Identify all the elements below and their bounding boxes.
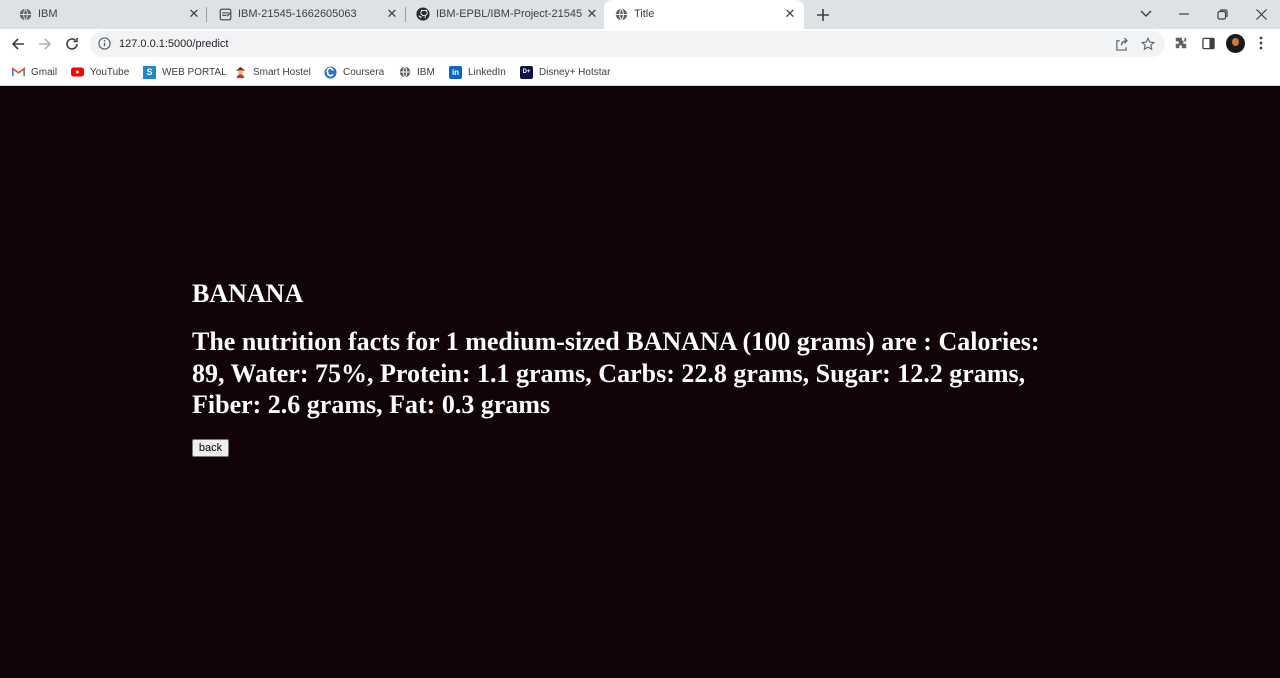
- bookmark-web-portal[interactable]: S WEB PORTAL: [143, 64, 227, 80]
- profile-avatar[interactable]: [1226, 34, 1245, 53]
- globe-icon: [614, 7, 628, 21]
- bookmarks-bar: Gmail YouTube S WEB PORTAL Smart Hostel …: [0, 59, 1280, 86]
- minimize-button[interactable]: [1174, 4, 1194, 24]
- share-icon[interactable]: [1113, 36, 1129, 52]
- restore-icon: [1216, 8, 1228, 20]
- tab-title: IBM-EPBL/IBM-Project-21545-16: [436, 8, 582, 20]
- close-window-button[interactable]: [1251, 4, 1271, 24]
- close-icon: [1255, 8, 1267, 20]
- tab-ibm[interactable]: IBM ✕: [8, 0, 208, 29]
- bookmark-label: YouTube: [90, 66, 130, 78]
- bookmark-label: LinkedIn: [468, 66, 506, 78]
- tab-strip: IBM ✕ IBM-21545-1662605063 ✕ IBM-EPBL/IB…: [0, 0, 1280, 29]
- side-panel-icon[interactable]: [1200, 34, 1216, 52]
- tab-title-active[interactable]: Title ✕: [604, 0, 804, 29]
- bookmark-label: WEB PORTAL: [162, 66, 227, 78]
- coursera-icon: [324, 65, 337, 79]
- bookmark-linkedin[interactable]: in LinkedIn: [449, 64, 506, 80]
- bookmark-label: Gmail: [31, 66, 58, 78]
- back-button[interactable]: back: [192, 439, 229, 457]
- form-icon: [218, 7, 232, 21]
- restore-button[interactable]: [1212, 4, 1232, 24]
- kebab-menu-icon[interactable]: [1253, 34, 1269, 52]
- tab-title: IBM-21545-1662605063: [238, 8, 357, 20]
- close-tab-icon[interactable]: ✕: [186, 6, 202, 22]
- bookmark-smart-hostel[interactable]: Smart Hostel: [234, 64, 311, 80]
- tab-ibm-21545[interactable]: IBM-21545-1662605063 ✕: [208, 0, 406, 29]
- reload-button[interactable]: [62, 34, 82, 54]
- url-text[interactable]: 127.0.0.1:5000/predict: [119, 38, 228, 50]
- bookmark-ibm[interactable]: IBM: [398, 64, 435, 80]
- close-tab-icon[interactable]: ✕: [782, 6, 798, 22]
- bookmark-label: Smart Hostel: [253, 66, 311, 78]
- bookmark-star-icon[interactable]: [1140, 36, 1156, 52]
- portal-icon: S: [143, 65, 156, 79]
- reload-icon: [66, 38, 78, 50]
- close-tab-icon[interactable]: ✕: [584, 6, 600, 22]
- page-body: BANANA The nutrition facts for 1 medium-…: [0, 86, 1280, 678]
- globe-icon: [18, 7, 32, 21]
- tab-title: Title: [634, 8, 655, 20]
- tab-title: IBM: [38, 8, 58, 20]
- bookmark-youtube[interactable]: YouTube: [71, 64, 129, 80]
- chevron-down-icon: [1140, 10, 1152, 17]
- forward-nav-button[interactable]: [35, 34, 55, 54]
- gmail-icon: [12, 66, 25, 79]
- info-icon[interactable]: [98, 37, 112, 51]
- minimize-icon: [1179, 13, 1189, 15]
- youtube-icon: [71, 66, 84, 79]
- new-tab-button[interactable]: [813, 5, 833, 25]
- close-tab-icon[interactable]: ✕: [384, 6, 400, 22]
- nutrition-facts-text: The nutrition facts for 1 medium-sized B…: [192, 327, 1040, 419]
- tab-github-project[interactable]: IBM-EPBL/IBM-Project-21545-16 ✕: [406, 0, 604, 29]
- bookmark-gmail[interactable]: Gmail: [12, 64, 57, 80]
- extensions-icon[interactable]: [1173, 34, 1189, 52]
- bookmark-label: Disney+ Hotstar: [539, 66, 611, 78]
- bookmark-label: IBM: [417, 66, 435, 78]
- github-icon: [416, 7, 430, 21]
- arrow-right-icon: [39, 38, 52, 50]
- address-bar[interactable]: 127.0.0.1:5000/predict: [90, 31, 1165, 57]
- hostel-icon: [234, 66, 247, 79]
- bookmark-disney-hotstar[interactable]: D+ Disney+ Hotstar: [520, 64, 610, 80]
- arrow-left-icon: [11, 38, 24, 50]
- browser-toolbar: 127.0.0.1:5000/predict: [0, 29, 1280, 59]
- tab-search-button[interactable]: [1136, 4, 1156, 24]
- hotstar-icon: D+: [520, 65, 533, 79]
- back-nav-button[interactable]: [8, 34, 28, 54]
- fruit-name-heading: BANANA: [192, 279, 304, 308]
- bookmark-coursera[interactable]: Coursera: [324, 64, 384, 80]
- linkedin-icon: in: [449, 65, 462, 79]
- globe-icon: [398, 66, 411, 79]
- plus-icon: [817, 9, 829, 21]
- bookmark-label: Coursera: [343, 66, 385, 78]
- tab-divider: [206, 7, 207, 22]
